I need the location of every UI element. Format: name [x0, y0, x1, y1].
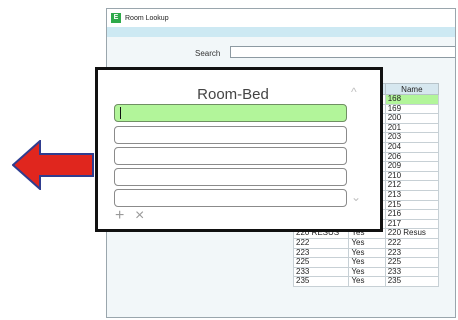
status-cell: Yes [348, 276, 386, 287]
table-row[interactable]: 233 Yes 233 [292, 266, 440, 278]
name-cell: 233 [384, 266, 440, 278]
status-cell: Yes [348, 247, 386, 259]
toolbar-band [107, 27, 455, 37]
name-cell: 222 [384, 237, 440, 249]
name-cell: 223 [384, 247, 440, 259]
room-bed-zoom-panel: Room-Bed ^ ⌄ + × [95, 67, 383, 232]
table-row[interactable]: 235 Yes 235 [292, 276, 440, 287]
name-cell: 210 [384, 170, 440, 182]
room-bed-field-4[interactable] [114, 168, 347, 186]
room-bed-field-3[interactable] [114, 147, 347, 165]
text-caret [120, 107, 121, 119]
scroll-down-icon[interactable]: ⌄ [351, 190, 361, 204]
room-cell: 233 [292, 266, 350, 278]
app-icon: E [111, 13, 121, 23]
name-cell: 215 [384, 199, 440, 211]
name-cell: 168 [384, 94, 440, 105]
search-input[interactable] [230, 46, 455, 58]
column-header-name[interactable]: Name [384, 83, 440, 95]
name-cell: 235 [384, 276, 440, 287]
status-cell: Yes [348, 257, 386, 268]
status-cell: Yes [348, 237, 386, 249]
name-cell: 220 Resus [384, 228, 440, 239]
room-cell: 223 [292, 247, 350, 259]
window-title: Room Lookup [125, 14, 169, 22]
add-icon[interactable]: + [115, 207, 124, 225]
name-cell: 200 [384, 113, 440, 124]
name-cell: 213 [384, 189, 440, 201]
name-cell: 209 [384, 161, 440, 172]
table-row[interactable]: 223 Yes 223 [292, 247, 440, 259]
table-row[interactable]: 222 Yes 222 [292, 237, 440, 249]
red-arrow-icon [12, 140, 94, 190]
search-label: Search [195, 49, 221, 58]
room-cell: 222 [292, 237, 350, 249]
name-cell: 216 [384, 209, 440, 220]
name-cell: 204 [384, 141, 440, 153]
titlebar: E Room Lookup [107, 9, 455, 27]
name-cell: 206 [384, 151, 440, 163]
clear-icon[interactable]: × [135, 207, 144, 225]
room-cell: 225 [292, 257, 350, 268]
table-row[interactable]: 225 Yes 225 [292, 257, 440, 268]
name-cell: 203 [384, 132, 440, 143]
name-cell: 201 [384, 122, 440, 134]
room-bed-field-1[interactable] [114, 104, 347, 122]
status-cell: Yes [348, 266, 386, 278]
name-cell: 212 [384, 180, 440, 191]
scroll-up-icon[interactable]: ^ [351, 85, 357, 99]
room-bed-title: Room-Bed [197, 86, 269, 103]
name-cell: 217 [384, 218, 440, 230]
room-bed-field-2[interactable] [114, 126, 347, 144]
name-cell: 169 [384, 103, 440, 115]
room-bed-field-5[interactable] [114, 189, 347, 207]
room-cell: 235 [292, 276, 350, 287]
name-cell: 225 [384, 257, 440, 268]
